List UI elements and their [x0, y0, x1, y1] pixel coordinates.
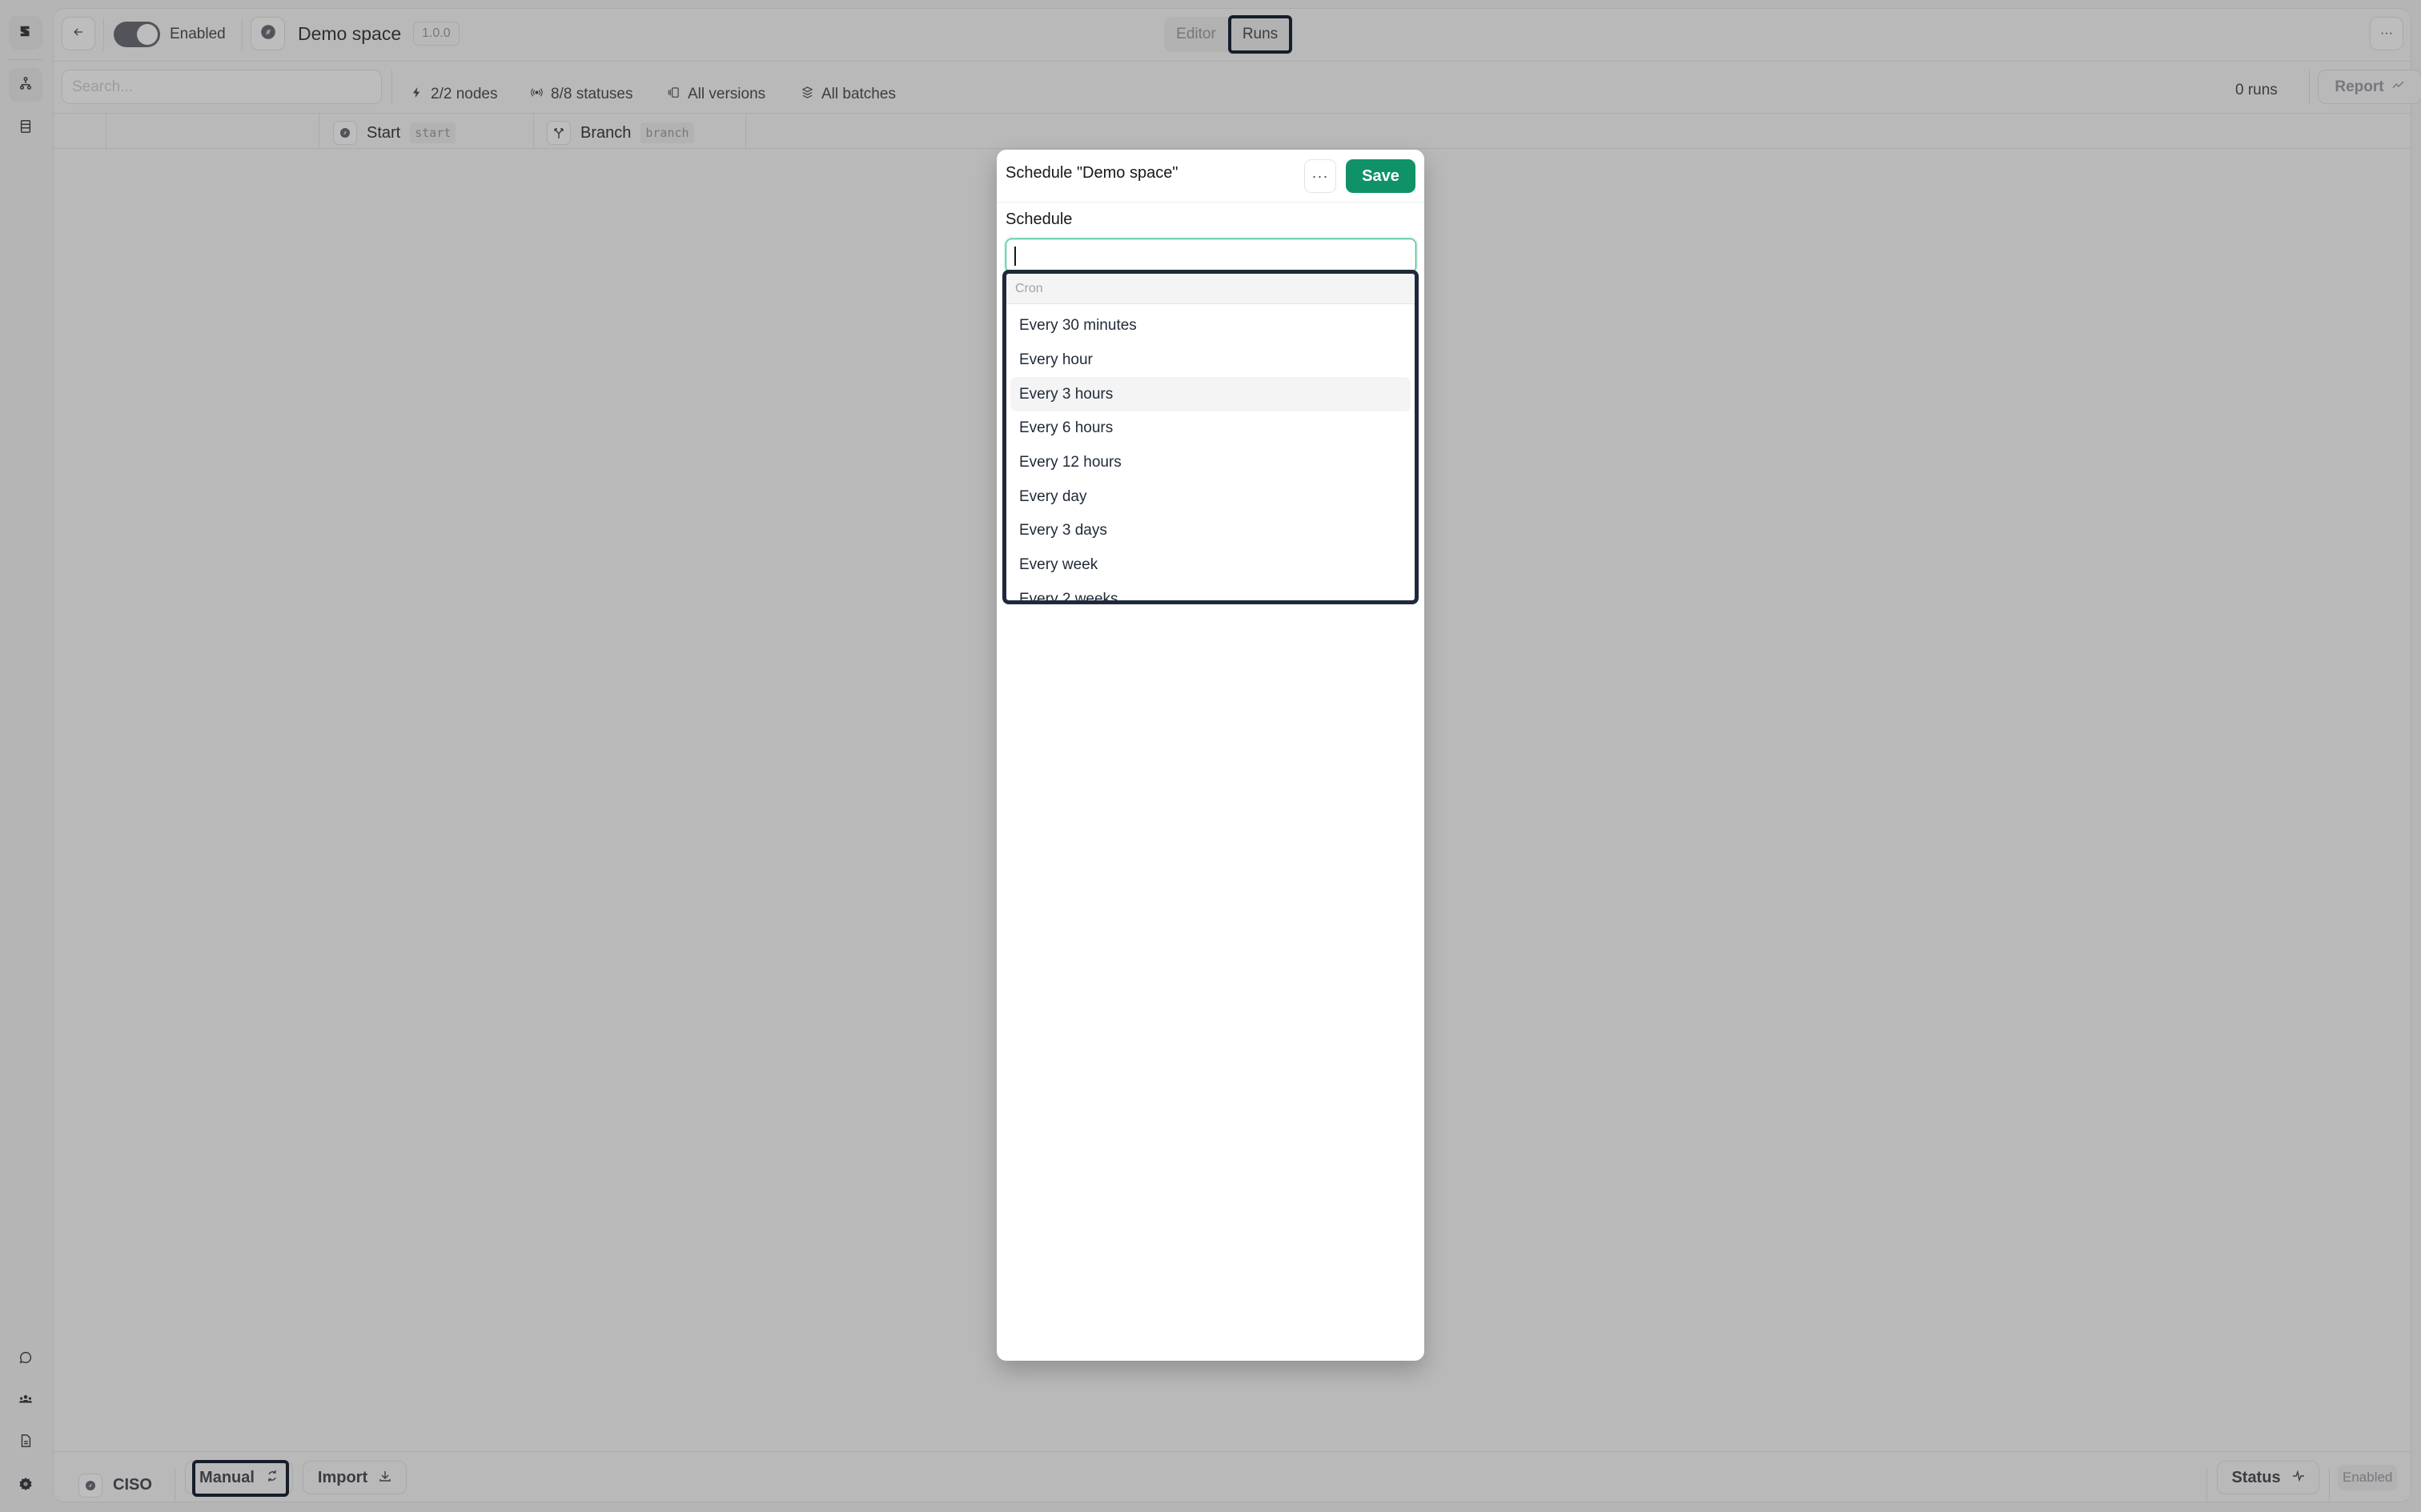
- dropdown-option[interactable]: Every 3 hours: [1010, 377, 1411, 412]
- dialog-divider: [997, 202, 1424, 203]
- schedule-dialog: Schedule "Demo space" ··· Save Schedule …: [997, 150, 1424, 1361]
- schedule-options-dropdown[interactable]: Cron Every 30 minutes Every hour Every 3…: [1002, 270, 1419, 604]
- dropdown-option[interactable]: Every 30 minutes: [1010, 309, 1411, 343]
- dropdown-option[interactable]: Every hour: [1010, 343, 1411, 378]
- save-button[interactable]: Save: [1346, 159, 1415, 193]
- dropdown-group-header: Cron: [1006, 274, 1415, 304]
- dropdown-option[interactable]: Every day: [1010, 479, 1411, 514]
- dropdown-option[interactable]: Every 2 weeks: [1010, 583, 1411, 600]
- dropdown-option[interactable]: Every 12 hours: [1010, 446, 1411, 480]
- schedule-field-label: Schedule: [1006, 211, 1073, 228]
- dropdown-option[interactable]: Every week: [1010, 548, 1411, 583]
- dialog-more-button[interactable]: ···: [1304, 159, 1336, 193]
- dropdown-option[interactable]: Every 6 hours: [1010, 411, 1411, 446]
- dropdown-options-list[interactable]: Every 30 minutes Every hour Every 3 hour…: [1006, 309, 1415, 600]
- ellipsis-icon: ···: [1311, 167, 1329, 184]
- schedule-input[interactable]: [1006, 239, 1416, 273]
- dialog-title: Schedule "Demo space": [1006, 164, 1178, 182]
- dropdown-option[interactable]: Every 3 days: [1010, 514, 1411, 548]
- text-caret: [1014, 246, 1016, 266]
